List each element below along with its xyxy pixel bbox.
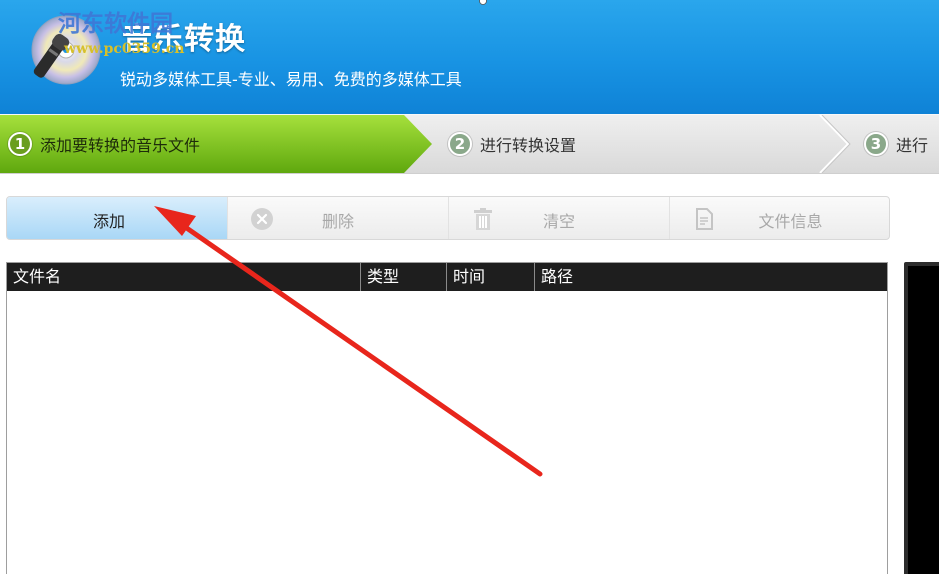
delete-button-label: 删除 bbox=[321, 212, 354, 231]
file-list-header: 文件名 类型 时间 路径 bbox=[7, 263, 887, 291]
step-3-label: 进行 bbox=[896, 136, 929, 155]
watermark-site-name: 河东软件园 bbox=[58, 10, 173, 37]
step-3-number: 3 bbox=[864, 132, 888, 156]
app-window: 音乐转换 锐动多媒体工具-专业、易用、免费的多媒体工具 河东软件园 www.pc… bbox=[0, 0, 939, 574]
header-banner: 音乐转换 锐动多媒体工具-专业、易用、免费的多媒体工具 河东软件园 www.pc… bbox=[0, 0, 939, 114]
file-info-button[interactable]: 文件信息 bbox=[670, 197, 889, 239]
step-1-number: 1 bbox=[8, 132, 32, 156]
column-header-filename[interactable]: 文件名 bbox=[7, 263, 361, 291]
file-info-button-label: 文件信息 bbox=[758, 212, 823, 231]
add-button-label: 添加 bbox=[92, 212, 125, 231]
preview-panel bbox=[904, 262, 939, 574]
step-2-label: 进行转换设置 bbox=[480, 136, 577, 155]
file-toolbar: 添加 删除 清空 文件信息 bbox=[6, 196, 890, 240]
step-2[interactable]: 2 进行转换设置 bbox=[448, 129, 576, 159]
step-1-label: 添加要转换的音乐文件 bbox=[40, 136, 201, 155]
window-handle-icon bbox=[479, 0, 487, 5]
step-3[interactable]: 3 进行 bbox=[864, 129, 928, 159]
clear-button[interactable]: 清空 bbox=[449, 197, 670, 239]
add-button[interactable]: 添加 bbox=[7, 197, 228, 239]
column-header-path[interactable]: 路径 bbox=[535, 263, 887, 291]
file-list-table[interactable]: 文件名 类型 时间 路径 bbox=[6, 262, 888, 574]
delete-button[interactable]: 删除 bbox=[228, 197, 449, 239]
clear-button-label: 清空 bbox=[542, 212, 575, 231]
step-1[interactable]: 1 添加要转换的音乐文件 bbox=[8, 129, 200, 159]
column-header-type[interactable]: 类型 bbox=[361, 263, 447, 291]
watermark-url: www.pc0359.cn bbox=[64, 41, 185, 57]
app-subtitle: 锐动多媒体工具-专业、易用、免费的多媒体工具 bbox=[120, 70, 462, 89]
step-wizard-bar: 1 添加要转换的音乐文件 2 进行转换设置 3 进行 bbox=[0, 114, 939, 174]
step-2-number: 2 bbox=[448, 132, 472, 156]
column-header-time[interactable]: 时间 bbox=[447, 263, 535, 291]
